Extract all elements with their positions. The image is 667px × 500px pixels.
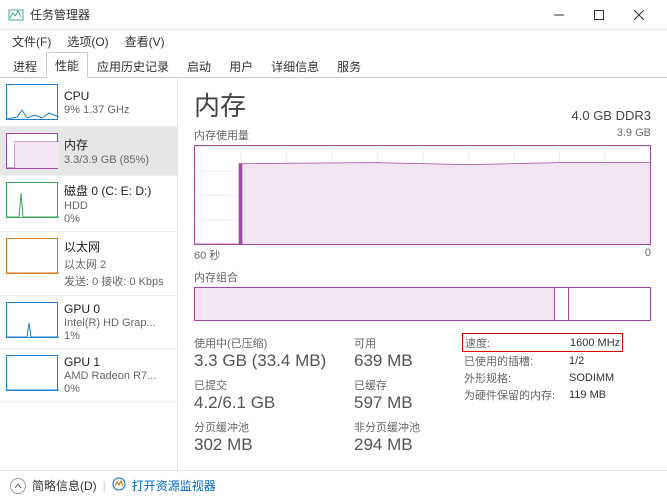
sidebar-label: 以太网 (64, 238, 164, 255)
sidebar-item-cpu[interactable]: CPU9% 1.37 GHz (0, 78, 177, 127)
tabbar: 进程 性能 应用历史记录 启动 用户 详细信息 服务 (0, 52, 667, 78)
sidebar-label: CPU (64, 89, 129, 103)
usage-max: 3.9 GB (617, 127, 651, 143)
sidebar-sub2: 1% (64, 330, 156, 342)
speed-highlight: 速度:1600 MHz (462, 333, 623, 352)
usage-label: 内存使用量 (194, 127, 249, 143)
menu-options[interactable]: 选项(O) (61, 31, 114, 52)
memory-thumb (6, 133, 58, 169)
bottombar: 简略信息(D) | 打开资源监视器 (0, 470, 667, 500)
memory-details: 速度:1600 MHz 已使用的插槽:1/2 外形规格:SODIMM 为硬件保留… (464, 335, 621, 455)
sidebar-sub: 3.3/3.9 GB (85%) (64, 154, 149, 166)
tab-processes[interactable]: 进程 (4, 53, 46, 78)
sidebar-sub2: 0% (64, 383, 156, 395)
window-controls (539, 0, 659, 30)
ethernet-thumb (6, 238, 58, 274)
maximize-button[interactable] (579, 0, 619, 30)
sidebar-sub: 9% 1.37 GHz (64, 104, 129, 116)
menubar: 文件(F) 选项(O) 查看(V) (0, 30, 667, 52)
sidebar-item-disk[interactable]: 磁盘 0 (C: E: D:)HDD0% (0, 176, 177, 232)
gpu0-thumb (6, 302, 58, 338)
sidebar-label: 磁盘 0 (C: E: D:) (64, 182, 151, 199)
stat-paged: 分页缓冲池302 MB (194, 419, 354, 455)
tab-services[interactable]: 服务 (328, 53, 370, 78)
sidebar-label: GPU 0 (64, 302, 156, 316)
sidebar-sub: AMD Radeon R7... (64, 370, 156, 382)
sidebar-label: 内存 (64, 136, 149, 153)
sidebar-sub2: 发送: 0 接收: 0 Kbps (64, 273, 164, 289)
memory-usage-graph (194, 145, 651, 245)
sidebar-label: GPU 1 (64, 355, 156, 369)
sidebar-sub: Intel(R) HD Grap... (64, 317, 156, 329)
menu-file[interactable]: 文件(F) (6, 31, 57, 52)
sidebar-item-ethernet[interactable]: 以太网以太网 2发送: 0 接收: 0 Kbps (0, 232, 177, 296)
stat-cached: 已缓存597 MB (354, 377, 464, 413)
tab-users[interactable]: 用户 (220, 53, 262, 78)
tab-performance[interactable]: 性能 (46, 52, 88, 78)
window-title: 任务管理器 (30, 6, 539, 23)
tab-app-history[interactable]: 应用历史记录 (88, 53, 178, 78)
sidebar-item-gpu1[interactable]: GPU 1AMD Radeon R7...0% (0, 349, 177, 402)
page-title: 内存 (194, 86, 246, 123)
main-panel: 内存 4.0 GB DDR3 内存使用量 3.9 GB 60 秒 0 内存组合 … (178, 78, 667, 470)
stat-in-use: 使用中(已压缩)3.3 GB (33.4 MB) (194, 335, 354, 371)
gpu1-thumb (6, 355, 58, 391)
stat-available: 可用639 MB (354, 335, 464, 371)
stat-committed: 已提交4.2/6.1 GB (194, 377, 354, 413)
memory-capacity: 4.0 GB DDR3 (572, 108, 651, 123)
menu-view[interactable]: 查看(V) (119, 31, 171, 52)
time-left: 60 秒 (194, 247, 220, 263)
fewer-details-link[interactable]: 简略信息(D) (32, 477, 97, 494)
memory-composition-bar (194, 287, 651, 321)
compose-label: 内存组合 (194, 269, 651, 285)
sidebar-sub: HDD (64, 200, 151, 212)
stat-nonpaged: 非分页缓冲池294 MB (354, 419, 464, 455)
tab-details[interactable]: 详细信息 (262, 53, 328, 78)
sidebar-item-memory[interactable]: 内存3.3/3.9 GB (85%) (0, 127, 177, 176)
time-right: 0 (645, 247, 651, 263)
close-button[interactable] (619, 0, 659, 30)
tab-startup[interactable]: 启动 (178, 53, 220, 78)
sidebar-item-gpu0[interactable]: GPU 0Intel(R) HD Grap...1% (0, 296, 177, 349)
chevron-up-icon[interactable] (10, 478, 26, 494)
sidebar: CPU9% 1.37 GHz 内存3.3/3.9 GB (85%) 磁盘 0 (… (0, 78, 178, 470)
open-resource-monitor-link[interactable]: 打开资源监视器 (132, 477, 216, 494)
sidebar-sub: 以太网 2 (64, 256, 164, 272)
sidebar-sub2: 0% (64, 213, 151, 225)
titlebar: 任务管理器 (0, 0, 667, 30)
cpu-thumb (6, 84, 58, 120)
app-icon (8, 7, 24, 23)
minimize-button[interactable] (539, 0, 579, 30)
resource-monitor-icon (112, 477, 126, 494)
disk-thumb (6, 182, 58, 218)
